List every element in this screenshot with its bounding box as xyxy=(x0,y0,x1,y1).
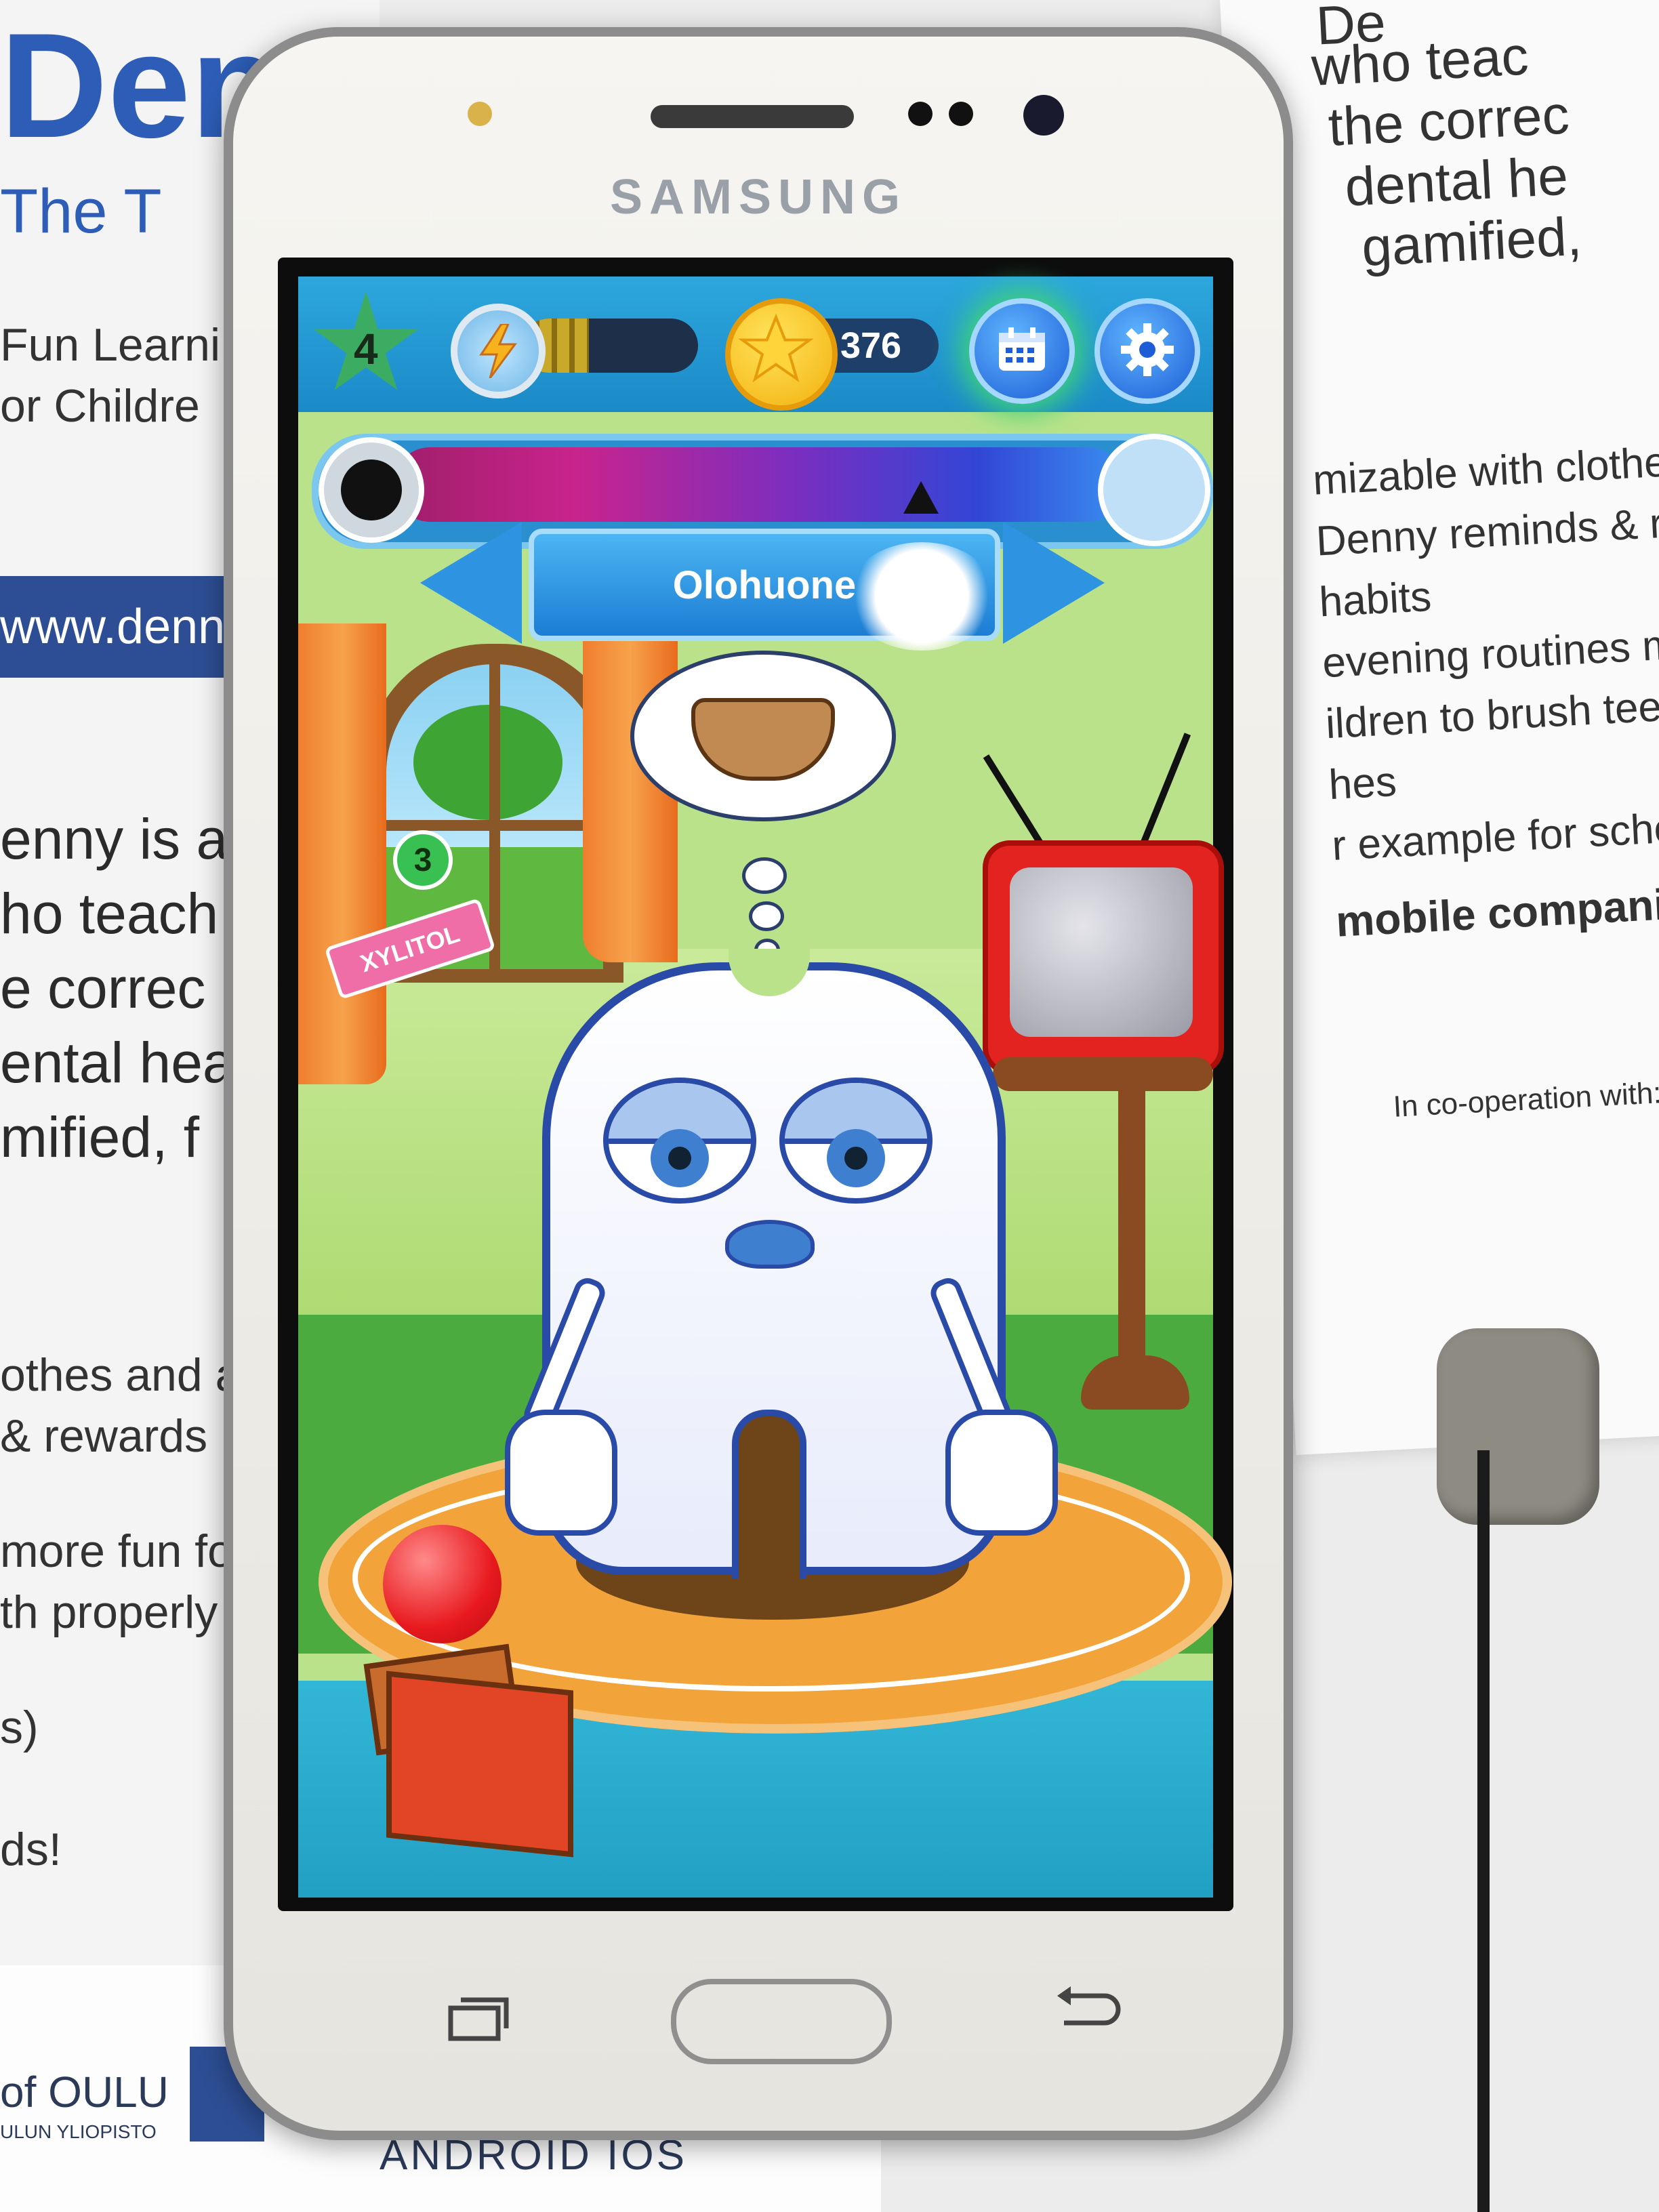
phone-brand: SAMSUNG xyxy=(610,170,907,224)
sensor-light xyxy=(468,102,492,126)
window-tree xyxy=(413,705,562,820)
xylitol-count-badge: 3 xyxy=(393,830,453,890)
screen-glare xyxy=(847,542,996,651)
tooth-mouth xyxy=(725,1220,815,1269)
poster-body-line: enny is a xyxy=(0,807,228,871)
tooth-right-eye xyxy=(779,1078,933,1204)
earpiece-speaker xyxy=(651,105,854,128)
poster-right-line: ildren to brush teet xyxy=(1324,682,1659,748)
toy-box[interactable] xyxy=(386,1671,573,1858)
university-sub: ULUN YLIOPISTO xyxy=(0,2121,157,2142)
germ-icon xyxy=(319,437,424,543)
poster-body-line: e correc xyxy=(0,956,206,1020)
poster-right-line: mobile companion fo xyxy=(1334,874,1659,946)
tooth-left-hand xyxy=(505,1410,617,1536)
poster-body-line: mified, f xyxy=(0,1105,200,1169)
next-room-button[interactable] xyxy=(1003,522,1105,644)
hygiene-meter xyxy=(393,447,1125,522)
settings-button[interactable] xyxy=(1094,298,1200,404)
home-button[interactable] xyxy=(671,1979,892,2064)
university-name: of OULU xyxy=(0,2068,169,2116)
coin-star-icon xyxy=(725,298,838,411)
tooth-left-eye xyxy=(603,1078,756,1204)
tooth-icon xyxy=(1098,434,1210,546)
previous-room-button[interactable] xyxy=(420,522,522,644)
poster-right-line: Denny reminds & rew xyxy=(1315,497,1659,565)
back-key[interactable] xyxy=(1050,1982,1125,2049)
tooth-leg-gap xyxy=(732,1410,806,1579)
sensor-dot xyxy=(908,102,933,126)
thought-dot xyxy=(742,857,787,894)
cable-plug xyxy=(1437,1328,1599,1525)
poster-body-line: & rewards xyxy=(0,1410,208,1462)
poster-body-line: ental hea xyxy=(0,1031,234,1094)
poster-body-line: othes and a xyxy=(0,1349,241,1401)
cooperation-text: In co-operation with: UI xyxy=(1392,1074,1659,1124)
poster-url-bar: www.denn xyxy=(0,576,258,678)
level-number: 4 xyxy=(354,325,378,373)
window-frame xyxy=(489,664,500,969)
poster-right-line: gamified, xyxy=(1360,205,1583,278)
poster-right-line: habits xyxy=(1317,573,1433,626)
calendar-icon xyxy=(996,326,1048,377)
lightning-icon xyxy=(451,304,546,398)
tv-table xyxy=(993,1057,1213,1091)
hygiene-marker xyxy=(903,481,939,514)
poster-body-line: more fun fo xyxy=(0,1525,233,1577)
curtain-left xyxy=(298,623,386,1084)
poster-url: www.denn xyxy=(0,600,226,654)
thought-dot xyxy=(749,901,784,931)
calendar-button[interactable] xyxy=(969,298,1075,404)
poster-right-line: hes xyxy=(1328,758,1398,809)
front-camera xyxy=(1023,95,1064,136)
tooth-right-hand xyxy=(945,1410,1058,1536)
poster-right-line: mizable with clothes xyxy=(1311,437,1659,504)
recent-apps-key[interactable] xyxy=(444,1992,512,2055)
poster-right-line: r example for scho xyxy=(1330,804,1659,869)
cable xyxy=(1477,1450,1490,2212)
room-name: Olohuone xyxy=(672,562,857,607)
tv-screen xyxy=(1010,867,1193,1037)
poster-line: or Childre xyxy=(0,380,200,432)
window-frame xyxy=(386,820,603,831)
poster-body-line: ho teach xyxy=(0,882,219,945)
tv-table-leg xyxy=(1118,1084,1145,1376)
poster-body-line: th properly xyxy=(0,1586,218,1638)
poster-subtitle: The T xyxy=(0,177,162,246)
red-ball-toy[interactable] xyxy=(383,1525,501,1643)
poster-right-line: evening routines mo xyxy=(1321,620,1659,687)
poster-line: Fun Learni xyxy=(0,319,221,371)
poster-body-line: s) xyxy=(0,1702,39,1753)
sensor-dot xyxy=(949,102,973,126)
gear-icon xyxy=(1117,319,1178,384)
poster-body-line: ds! xyxy=(0,1824,62,1875)
energy-bar xyxy=(522,319,698,373)
